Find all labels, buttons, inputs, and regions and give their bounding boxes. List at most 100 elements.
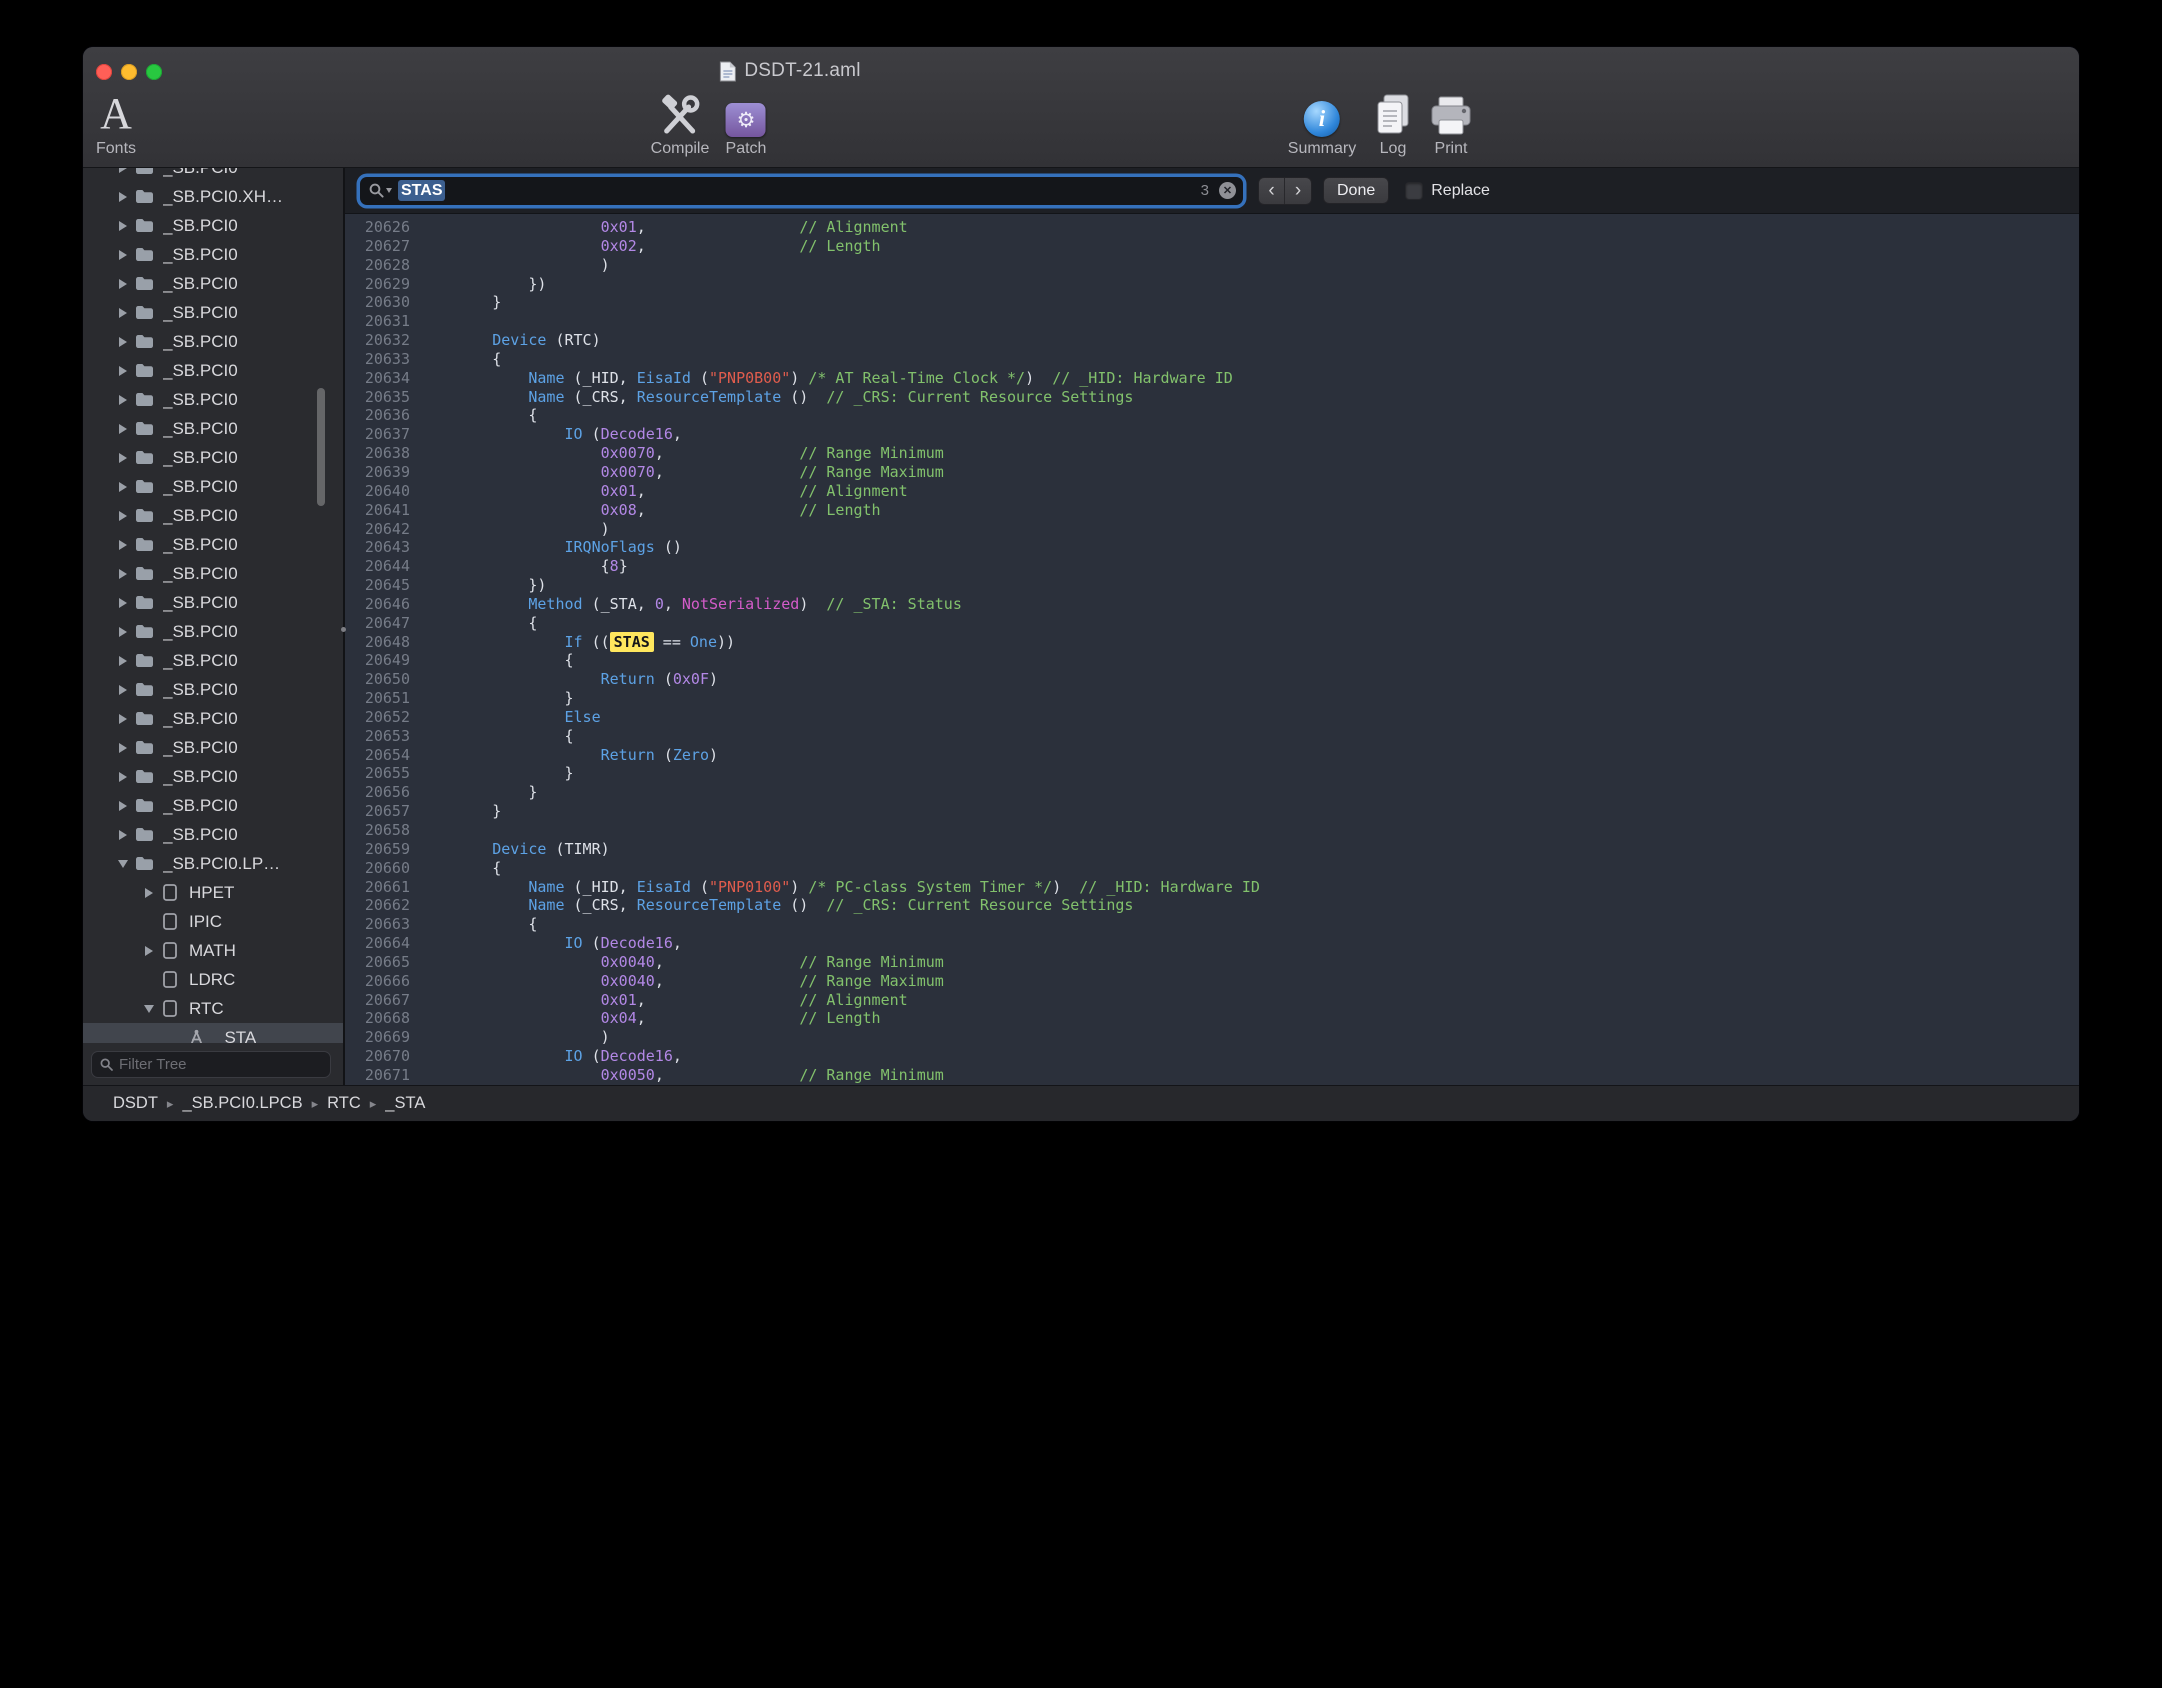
disclosure-triangle-icon[interactable]	[113, 250, 133, 260]
disclosure-triangle-icon[interactable]	[113, 685, 133, 695]
filter-tree-input[interactable]	[119, 1056, 322, 1073]
disclosure-triangle-icon[interactable]	[113, 337, 133, 347]
print-button[interactable]: Print	[1428, 89, 1474, 158]
minimize-button[interactable]	[121, 64, 137, 80]
patch-button[interactable]: ⚙ Patch	[726, 89, 767, 158]
tree-item-sb-pci0-lp[interactable]: _SB.PCI0.LP…	[83, 849, 343, 878]
pane-divider[interactable]	[343, 168, 345, 1085]
tree-item-sb-pci0[interactable]: _SB.PCI0	[83, 704, 343, 733]
breadcrumb-item[interactable]: _SB.PCI0.LPCB	[182, 1094, 302, 1113]
disclosure-triangle-icon[interactable]	[113, 395, 133, 405]
tree-item-sb-pci0[interactable]: _SB.PCI0	[83, 327, 343, 356]
tree-item-sb-pci0[interactable]: _SB.PCI0	[83, 588, 343, 617]
zoom-button[interactable]	[146, 64, 162, 80]
tree-item-sb-pci0[interactable]: _SB.PCI0	[83, 472, 343, 501]
disclosure-triangle-icon[interactable]	[113, 627, 133, 637]
code-text: }	[420, 783, 537, 802]
disclosure-triangle-icon[interactable]	[113, 801, 133, 811]
breadcrumb-separator-icon: ▸	[167, 1096, 174, 1112]
log-button[interactable]: Log	[1373, 89, 1413, 158]
tree-item-rtc[interactable]: RTC	[83, 994, 343, 1023]
tree-item-label: HPET	[189, 883, 234, 903]
tree-item-sb-pci0[interactable]: _SB.PCI0	[83, 675, 343, 704]
tree-item-ipic[interactable]: IPIC	[83, 907, 343, 936]
tree-item-sb-pci0[interactable]: _SB.PCI0	[83, 385, 343, 414]
tree-item-sb-pci0[interactable]: _SB.PCI0	[83, 211, 343, 240]
tree-item-sb-pci0[interactable]: _SB.PCI0	[83, 762, 343, 791]
replace-checkbox[interactable]	[1405, 182, 1423, 200]
tree-item-sb-pci0[interactable]: _SB.PCI0	[83, 733, 343, 762]
breadcrumb-item[interactable]: RTC	[327, 1094, 361, 1113]
fonts-button[interactable]: A Fonts	[96, 89, 136, 158]
code-text: Name (_HID, EisaId ("PNP0100") /* PC-cla…	[420, 878, 1260, 897]
tree-item-ldrc[interactable]: LDRC	[83, 965, 343, 994]
disclosure-triangle-icon[interactable]	[113, 743, 133, 753]
tree-item-sb-pci0[interactable]: _SB.PCI0	[83, 443, 343, 472]
done-button[interactable]: Done	[1323, 177, 1389, 204]
tree-item-sb-pci0[interactable]: _SB.PCI0	[83, 269, 343, 298]
disclosure-triangle-icon[interactable]	[113, 772, 133, 782]
disclosure-triangle-icon[interactable]	[113, 366, 133, 376]
disclosure-triangle-icon[interactable]	[113, 168, 133, 173]
disclosure-triangle-icon[interactable]	[113, 511, 133, 521]
disclosure-triangle-icon[interactable]	[139, 946, 159, 956]
summary-button[interactable]: i Summary	[1288, 89, 1356, 158]
close-button[interactable]	[96, 64, 112, 80]
compile-button[interactable]: Compile	[651, 89, 710, 158]
code-lines[interactable]: 20626 0x01, // Alignment20627 0x02, // L…	[345, 214, 2079, 1085]
line-number: 20636	[345, 406, 410, 425]
breadcrumb-item[interactable]: DSDT	[113, 1094, 158, 1113]
disclosure-triangle-icon[interactable]	[113, 540, 133, 550]
folder-icon	[133, 827, 155, 842]
tree-item-sb-pci0[interactable]: _SB.PCI0	[83, 356, 343, 385]
breadcrumb-item[interactable]: _STA	[385, 1094, 425, 1113]
find-next-button[interactable]: ›	[1285, 178, 1311, 204]
disclosure-triangle-icon[interactable]	[113, 482, 133, 492]
tree-item-label: _SB.PCI0	[163, 767, 238, 787]
tree-item-label: IPIC	[189, 912, 222, 932]
tree-item-sb-pci0[interactable]: _SB.PCI0	[83, 617, 343, 646]
tree-item-sb-pci0[interactable]: _SB.PCI0	[83, 298, 343, 327]
tree-item-sb-pci0[interactable]: _SB.PCI0	[83, 530, 343, 559]
find-previous-button[interactable]: ‹	[1259, 178, 1285, 204]
disclosure-triangle-icon[interactable]	[113, 221, 133, 231]
disclosure-triangle-icon[interactable]	[113, 279, 133, 289]
folder-icon	[133, 479, 155, 494]
code-line: 20630 }	[345, 293, 2079, 312]
disclosure-triangle-icon[interactable]	[113, 569, 133, 579]
tree-item-label: _SB.PCI0	[163, 709, 238, 729]
tree-item-math[interactable]: MATH	[83, 936, 343, 965]
find-search-field[interactable]: STAS 3 ✕	[360, 177, 1243, 205]
tree-item-hpet[interactable]: HPET	[83, 878, 343, 907]
disclosure-triangle-icon[interactable]	[139, 888, 159, 898]
disclosure-triangle-icon[interactable]	[139, 1005, 159, 1013]
tree-item-sb-pci0[interactable]: _SB.PCI0	[83, 240, 343, 269]
search-icon[interactable]	[369, 183, 392, 198]
log-documents-icon	[1373, 93, 1413, 137]
tree-item-sb-pci0[interactable]: _SB.PCI0	[83, 791, 343, 820]
code-line: 20647 {	[345, 614, 2079, 633]
disclosure-triangle-icon[interactable]	[113, 656, 133, 666]
tree-item-label: _SB.PCI0	[163, 593, 238, 613]
tree-item-label: _SB.PCI0	[163, 506, 238, 526]
disclosure-triangle-icon[interactable]	[113, 424, 133, 434]
clear-search-button[interactable]: ✕	[1219, 182, 1236, 199]
tree-item-sb-pci0[interactable]: _SB.PCI0	[83, 820, 343, 849]
tree-item-sb-pci0[interactable]: _SB.PCI0	[83, 646, 343, 675]
disclosure-triangle-icon[interactable]	[113, 598, 133, 608]
tree-item-sta[interactable]: _STA	[83, 1023, 343, 1043]
disclosure-triangle-icon[interactable]	[113, 860, 133, 868]
disclosure-triangle-icon[interactable]	[113, 714, 133, 724]
folder-icon	[133, 392, 155, 407]
disclosure-triangle-icon[interactable]	[113, 308, 133, 318]
sidebar-scrollbar-thumb[interactable]	[317, 388, 325, 506]
disclosure-triangle-icon[interactable]	[113, 453, 133, 463]
tree-item-sb-pci0[interactable]: _SB.PCI0	[83, 559, 343, 588]
tree-item-sb-pci0[interactable]: _SB.PCI0	[83, 501, 343, 530]
tree-item-sb-pci0-xh[interactable]: _SB.PCI0.XH…	[83, 182, 343, 211]
disclosure-triangle-icon[interactable]	[113, 830, 133, 840]
filter-tree-field[interactable]	[91, 1051, 331, 1078]
disclosure-triangle-icon[interactable]	[113, 192, 133, 202]
tree-item-sb-pci0[interactable]: _SB.PCI0	[83, 168, 343, 182]
tree-item-sb-pci0[interactable]: _SB.PCI0	[83, 414, 343, 443]
